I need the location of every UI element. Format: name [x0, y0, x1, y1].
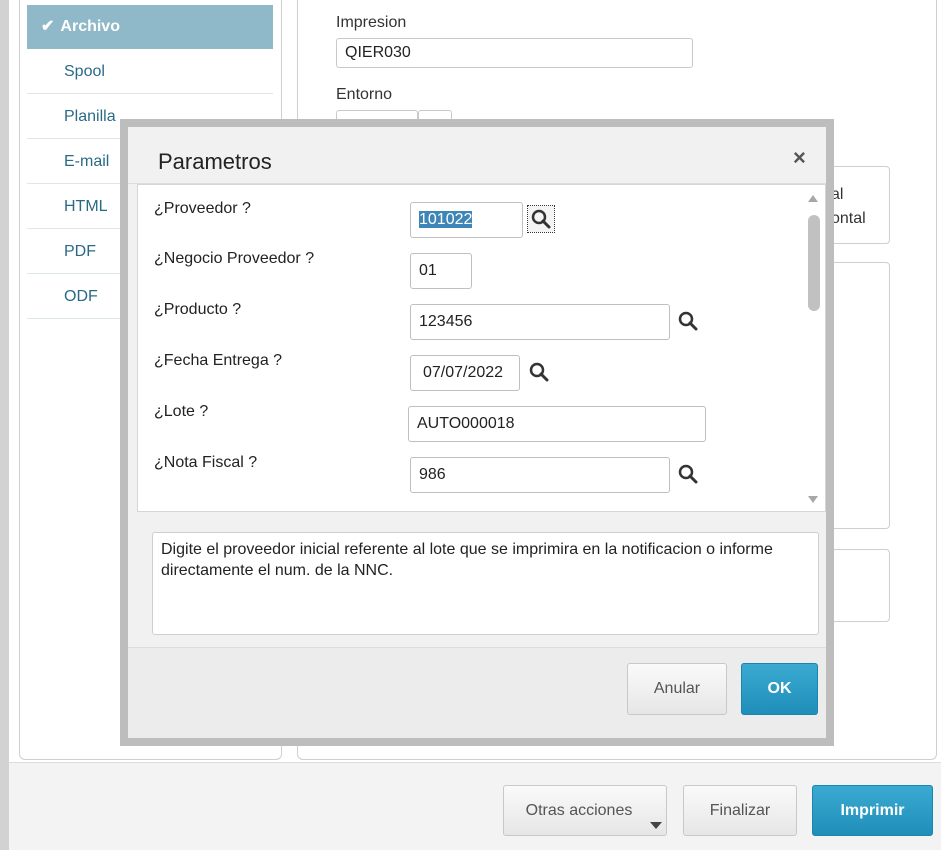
check-icon: ✔ [41, 18, 55, 35]
fecha-entrega-input[interactable]: 07/07/2022 [410, 355, 520, 391]
search-icon[interactable] [675, 308, 701, 334]
sidebar-item-archivo[interactable]: ✔ Archivo [27, 5, 273, 49]
param-label-negocio-proveedor: ¿Negocio Proveedor ? [154, 250, 315, 267]
options-box [826, 262, 890, 529]
window-left-border [0, 0, 9, 850]
sidebar-item-label: HTML [64, 198, 108, 215]
orientation-box: al ontal [826, 166, 890, 244]
help-text-box: Digite el proveedor inicial referente al… [152, 532, 819, 635]
search-icon[interactable] [526, 359, 552, 385]
extra-box [826, 549, 890, 622]
param-label-nota-fiscal: ¿Nota Fiscal ? [154, 454, 258, 471]
param-label-proveedor: ¿Proveedor ? [154, 200, 251, 217]
scroll-down-arrow-icon[interactable] [808, 496, 818, 503]
orientation-option-label[interactable]: ontal [831, 207, 889, 231]
sidebar-item-label: PDF [64, 243, 96, 260]
impresion-label: Impresion [336, 14, 407, 31]
otras-acciones-button[interactable]: Otras acciones [503, 785, 667, 836]
otras-acciones-label: Otras acciones [525, 802, 633, 819]
sidebar-item-label: Spool [64, 63, 105, 80]
entorno-label: Entorno [336, 86, 393, 103]
modal-title: Parametros [158, 149, 272, 174]
proveedor-value: 101022 [419, 211, 473, 228]
param-label-fecha-entrega: ¿Fecha Entrega ? [154, 352, 283, 369]
param-label-lote: ¿Lote ? [154, 403, 209, 420]
nota-fiscal-input[interactable]: 986 [410, 457, 670, 493]
sidebar-item-label: E-mail [64, 153, 110, 170]
orientation-option-label[interactable]: al [831, 183, 889, 207]
impresion-input[interactable]: QIER030 [336, 38, 693, 68]
params-scrollbar[interactable] [803, 185, 825, 511]
parameters-list: ¿Proveedor ? 101022 ¿Negocio Proveedor ?… [137, 184, 826, 512]
scrollbar-thumb[interactable] [808, 215, 820, 311]
producto-input[interactable]: 123456 [410, 304, 670, 340]
finalizar-button[interactable]: Finalizar [683, 785, 797, 836]
search-icon[interactable] [527, 205, 555, 233]
search-icon[interactable] [675, 461, 701, 487]
modal-frame: Parametros × ¿Proveedor ? 101022 ¿Negoci… [120, 119, 834, 746]
param-label-producto: ¿Producto ? [154, 301, 242, 318]
ok-button[interactable]: OK [741, 663, 818, 715]
negocio-proveedor-input[interactable]: 01 [410, 253, 472, 289]
proveedor-input[interactable]: 101022 [410, 202, 523, 238]
imprimir-button[interactable]: Imprimir [812, 785, 933, 836]
anular-button[interactable]: Anular [627, 663, 727, 715]
sidebar-item-label: ODF [64, 288, 98, 305]
sidebar-item-label: Planilla [64, 108, 116, 125]
sidebar-item-label: Archivo [60, 18, 120, 35]
sidebar-item-spool[interactable]: Spool [27, 50, 273, 94]
chevron-down-icon [650, 822, 662, 829]
parametros-dialog: Parametros × ¿Proveedor ? 101022 ¿Negoci… [128, 127, 826, 738]
scroll-up-arrow-icon[interactable] [808, 195, 818, 202]
footer-bar [9, 762, 941, 850]
close-icon[interactable]: × [793, 145, 806, 171]
lote-input[interactable]: AUTO000018 [408, 406, 706, 442]
